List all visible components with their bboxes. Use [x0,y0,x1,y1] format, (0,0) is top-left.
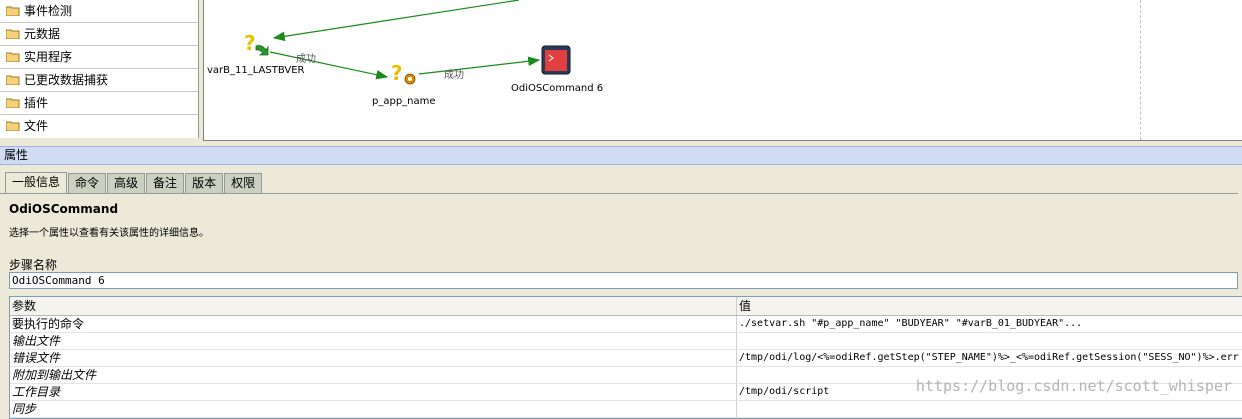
svg-text:?: ? [391,61,403,85]
node-label-p-app-name: p_app_name [372,96,436,107]
package-diagram-canvas[interactable]: ? varB_11_LASTBVER 成功 ? p_app_name 成功 Od… [203,0,1242,141]
param-value[interactable] [737,401,1242,417]
panel-title: OdiOSCommand [9,202,119,216]
variable-refresh-icon[interactable]: ? [242,30,272,63]
grid-header-row: 参数 值 [10,297,1242,316]
tree-item-label: 实用程序 [24,50,73,64]
tree-item-label: 元数据 [24,27,61,41]
table-row[interactable]: 同步 [10,401,1242,418]
tree-item-event-detection[interactable]: 事件检测 [0,0,198,23]
page-boundary-divider [1140,0,1141,140]
param-name: 要执行的命令 [10,316,737,332]
node-label-varb-11-lastbver: varB_11_LASTBVER [207,65,305,76]
tree-item-label: 已更改数据捕获 [24,73,109,87]
diagram-links [269,0,541,80]
tab-command[interactable]: 命令 [68,173,107,193]
param-name: 工作目录 [10,384,737,400]
watermark-text: https://blog.csdn.net/scott_whisper [915,377,1232,395]
param-value[interactable]: ./setvar.sh "#p_app_name" "BUDYEAR" "#va… [737,316,1242,332]
property-tabs: 一般信息 命令 高级 备注 版本 权限 [5,172,263,193]
step-name-label: 步骤名称 [9,258,58,272]
folder-icon [6,98,20,108]
tree-item-metadata[interactable]: 元数据 [0,23,198,46]
tree-item-label: 插件 [24,96,49,110]
folder-icon [6,75,20,85]
tree-item-utilities[interactable]: 实用程序 [0,46,198,69]
tree-item-label: 文件 [24,119,49,133]
folder-icon [6,121,20,131]
tree-item-changed-data-capture[interactable]: 已更改数据捕获 [0,69,198,92]
tab-privileges[interactable]: 权限 [224,173,263,193]
table-row[interactable]: 输出文件 [10,333,1242,350]
folder-icon [6,29,20,39]
tab-notes[interactable]: 备注 [146,173,185,193]
properties-header: 属性 [0,146,1242,165]
table-row[interactable]: 要执行的命令 ./setvar.sh "#p_app_name" "BUDYEA… [10,316,1242,333]
variable-set-icon[interactable]: ? [389,60,419,91]
panel-description: 选择一个属性以查看有关该属性的详细信息。 [9,228,209,239]
tree-item-files[interactable]: 文件 [0,115,198,137]
param-name: 附加到输出文件 [10,367,737,383]
tab-version[interactable]: 版本 [185,173,224,193]
param-value[interactable] [737,333,1242,349]
tree-item-label: 事件检测 [24,4,73,18]
os-command-icon[interactable] [541,45,571,78]
param-name: 错误文件 [10,350,737,366]
param-value[interactable]: /tmp/odi/log/<%=odiRef.getStep("STEP_NAM… [737,350,1242,366]
tab-general[interactable]: 一般信息 [5,172,68,193]
tree-item-plugins[interactable]: 插件 [0,92,198,115]
folder-icon [6,6,20,16]
incoming-link-arrow[interactable] [272,0,520,42]
parameters-grid: 参数 值 要执行的命令 ./setvar.sh "#p_app_name" "B… [9,296,1242,419]
node-label-odioscommand-6: OdiOSCommand 6 [511,83,604,94]
param-name: 同步 [10,401,737,417]
column-header-parameter[interactable]: 参数 [10,297,737,315]
link-label-success: 成功 [444,70,464,81]
link-label-success: 成功 [296,54,316,65]
table-row[interactable]: 错误文件 /tmp/odi/log/<%=odiRef.getStep("STE… [10,350,1242,367]
object-tree: 事件检测 元数据 实用程序 已更改数据捕获 插件 文件 [0,0,199,138]
general-info-panel: OdiOSCommand 选择一个属性以查看有关该属性的详细信息。 步骤名称 O… [0,193,1242,419]
column-header-value[interactable]: 值 [737,297,1242,315]
folder-icon [6,52,20,62]
tab-advanced[interactable]: 高级 [107,173,146,193]
step-name-field[interactable]: OdiOSCommand 6 [9,272,1238,289]
param-name: 输出文件 [10,333,737,349]
svg-text:?: ? [244,31,256,55]
link-success-2[interactable] [418,56,541,75]
